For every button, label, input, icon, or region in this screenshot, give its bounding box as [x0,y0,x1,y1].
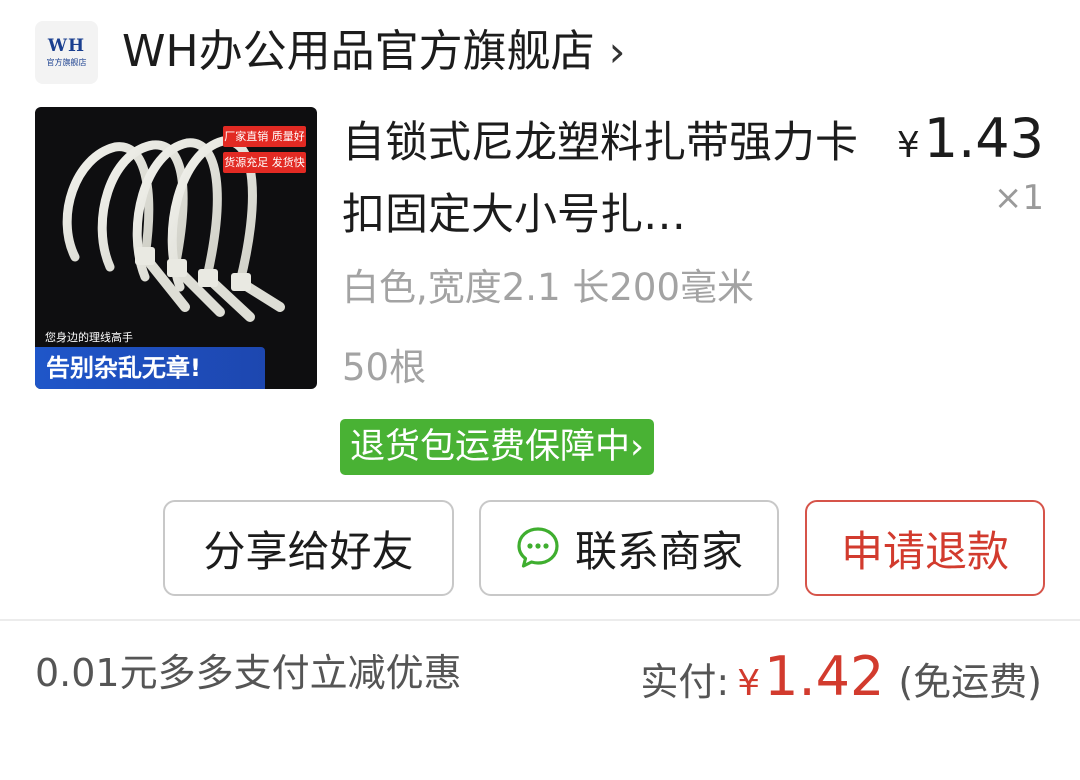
paid-total: 实付: ¥ 1.42 (免运费) [640,648,1042,713]
divider [0,619,1080,621]
paid-currency: ¥ [737,663,761,704]
chat-bubble-icon [517,527,559,568]
image-banner: 告别杂乱无章! [35,347,265,389]
refund-button-label: 申请退款 [840,526,1009,576]
chevron-right-icon[interactable]: › [609,20,626,84]
store-logo: WH 官方旗舰店 [35,20,98,84]
paid-amount: 1.42 [764,645,885,708]
share-button[interactable]: 分享给好友 [163,500,454,596]
image-badge: 厂家直销 质量好 [223,126,306,147]
image-tagline: 您身边的理线高手 [45,331,133,344]
store-header[interactable]: WH 官方旗舰店 WH办公用品官方旗舰店 › [35,20,625,84]
product-title[interactable]: 自锁式尼龙塑料扎带强力卡扣固定大小号扎… [342,107,872,251]
product-quantity: ×1 [993,178,1044,218]
product-spec: 白色,宽度2.1 长200毫米 [342,266,754,309]
paid-label: 实付: [640,660,730,704]
shipping-note: (免运费) [898,660,1042,704]
store-name[interactable]: WH办公用品官方旗舰店 [122,20,595,84]
refund-button[interactable]: 申请退款 [805,500,1045,596]
product-spec-count: 50根 [342,346,427,389]
store-logo-subtext: 官方旗舰店 [46,57,87,67]
share-button-label: 分享给好友 [203,526,414,576]
contact-merchant-button[interactable]: 联系商家 [479,500,779,596]
product-price: ¥1.43 [897,108,1044,177]
return-shipping-badge[interactable]: 退货包运费保障中› [340,419,654,475]
product-image[interactable]: 厂家直销 质量好 货源充足 发货快 您身边的理线高手 告别杂乱无章! [35,107,317,389]
contact-button-label: 联系商家 [574,526,743,576]
store-logo-text: WH [47,35,86,56]
price-value: 1.43 [923,107,1044,170]
image-badge: 货源充足 发货快 [223,152,306,173]
price-currency: ¥ [896,125,920,166]
discount-note: 0.01元多多支付立减优惠 [35,651,462,695]
